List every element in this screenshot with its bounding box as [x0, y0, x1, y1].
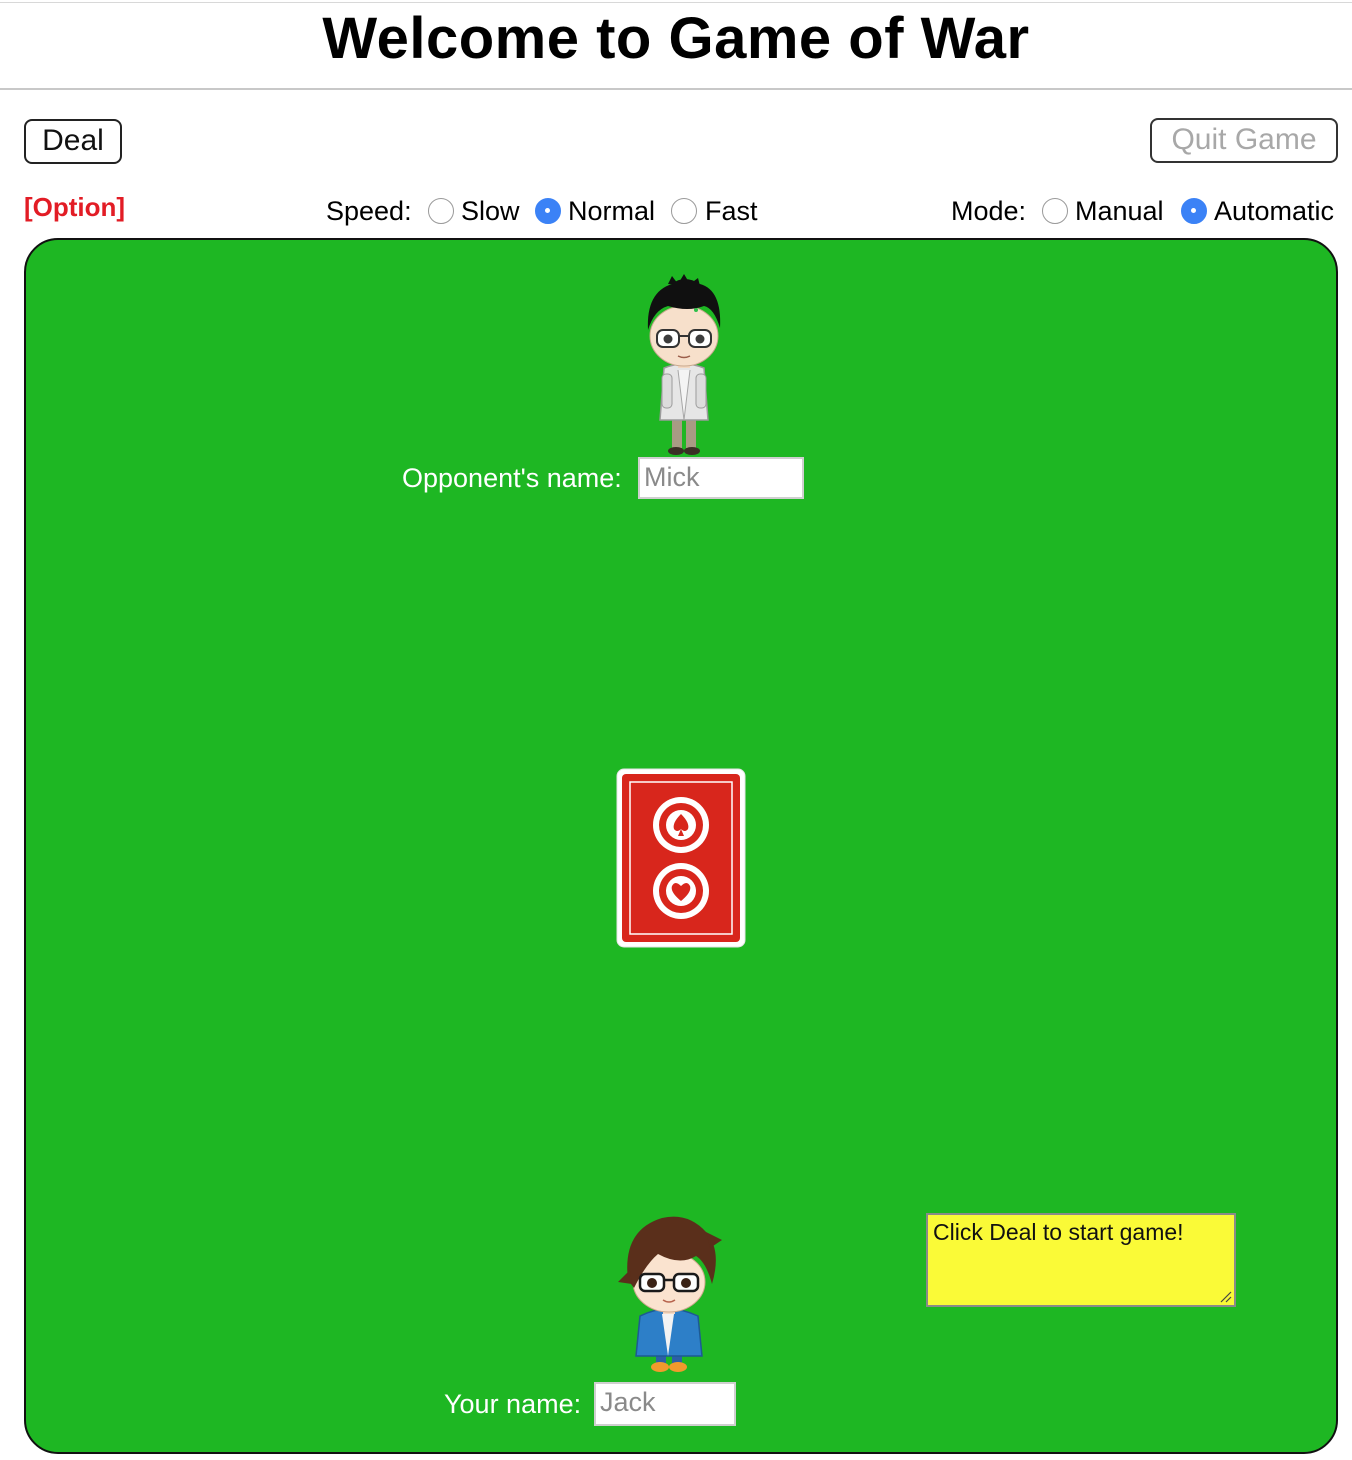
- mode-label: Mode:: [951, 196, 1027, 226]
- mode-automatic-radio[interactable]: [1181, 198, 1207, 224]
- speed-normal-label[interactable]: Normal: [568, 194, 655, 228]
- opponent-name-input[interactable]: Mick: [638, 457, 804, 499]
- opponent-name-label: Opponent's name:: [402, 463, 622, 493]
- spade-emblem: [653, 797, 709, 853]
- status-message: Click Deal to start game!: [933, 1219, 1184, 1245]
- speed-label: Speed:: [326, 196, 412, 226]
- speed-normal-radio[interactable]: [535, 198, 561, 224]
- player-name-label: Your name:: [444, 1389, 582, 1419]
- page-title: Welcome to Game of War: [322, 6, 1030, 71]
- speed-slow-label[interactable]: Slow: [461, 194, 520, 228]
- deal-button[interactable]: Deal: [24, 119, 122, 164]
- speed-slow-radio[interactable]: [428, 198, 454, 224]
- option-link[interactable]: [Option]: [24, 192, 125, 223]
- heart-emblem: [653, 863, 709, 919]
- card-deck[interactable]: [616, 768, 746, 948]
- opponent-avatar: [647, 274, 721, 455]
- status-message-box[interactable]: Click Deal to start game!: [926, 1213, 1236, 1307]
- mode-manual-label[interactable]: Manual: [1075, 194, 1164, 228]
- resize-grip-icon[interactable]: [1218, 1289, 1232, 1303]
- speed-fast-radio[interactable]: [671, 198, 697, 224]
- header-divider: [0, 88, 1352, 90]
- quit-game-button[interactable]: Quit Game: [1150, 118, 1338, 163]
- mode-automatic-label[interactable]: Automatic: [1214, 194, 1334, 228]
- speed-fast-label[interactable]: Fast: [705, 194, 758, 228]
- mode-manual-radio[interactable]: [1042, 198, 1068, 224]
- player-avatar: [618, 1216, 722, 1372]
- player-name-input[interactable]: Jack: [594, 1382, 736, 1426]
